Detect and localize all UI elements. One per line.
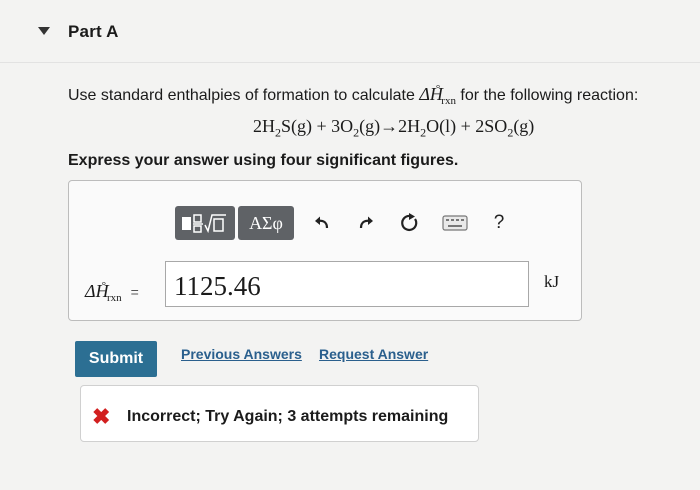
undo-icon: [315, 216, 329, 229]
reset-icon: [401, 213, 418, 232]
equals-sign: =: [130, 284, 139, 300]
divider: [0, 62, 700, 63]
delta-h-symbol: ΔH°rxn: [419, 83, 456, 107]
answer-input[interactable]: 1125.46: [165, 261, 529, 307]
part-title: Part A: [68, 22, 119, 41]
answer-label-sup: °: [101, 280, 106, 292]
submit-button[interactable]: Submit: [75, 341, 157, 377]
undo-button[interactable]: [311, 206, 333, 240]
templates-icon: [182, 214, 226, 234]
help-button[interactable]: ?: [489, 206, 509, 240]
question-prefix: Use standard enthalpies of formation to …: [68, 87, 420, 104]
reaction-part: O(l) + 2SO: [426, 116, 508, 136]
reaction-part: (g)→2H: [359, 116, 421, 136]
previous-answers-link[interactable]: Previous Answers: [181, 346, 302, 362]
rxn-subscript: rxn: [441, 95, 456, 107]
x-icon: ✖: [92, 404, 111, 429]
symbols-button[interactable]: ΑΣφ: [238, 206, 294, 240]
answer-label-sub: rxn: [106, 292, 122, 304]
reaction-part: S(g) + 3O: [281, 116, 354, 136]
instruction-text: Express your answer using four significa…: [68, 152, 459, 169]
unit-label: kJ: [544, 272, 560, 291]
answer-delta-h: ΔH°rxn: [85, 280, 122, 304]
math-toolbar: ΑΣφ: [175, 206, 294, 240]
redo-icon: [359, 216, 373, 229]
reset-button[interactable]: [399, 206, 421, 240]
keyboard-icon: [442, 215, 468, 231]
reaction-part: 2H: [253, 116, 275, 136]
feedback-text: Incorrect; Try Again; 3 attempts remaini…: [127, 408, 449, 425]
templates-button[interactable]: [175, 206, 235, 240]
answer-label: ΔH°rxn =: [85, 280, 139, 304]
collapse-caret-icon[interactable]: [38, 27, 50, 35]
reaction-equation: 2H2S(g) + 3O2(g)→2H2O(l) + 2SO2(g): [253, 116, 534, 141]
question-suffix: for the following reaction:: [455, 87, 639, 104]
keyboard-button[interactable]: [441, 206, 469, 240]
degree-superscript: °: [435, 83, 441, 95]
redo-button[interactable]: [355, 206, 377, 240]
reaction-part: (g): [513, 116, 535, 136]
request-answer-link[interactable]: Request Answer: [319, 346, 428, 362]
question-text: Use standard enthalpies of formation to …: [68, 83, 638, 107]
